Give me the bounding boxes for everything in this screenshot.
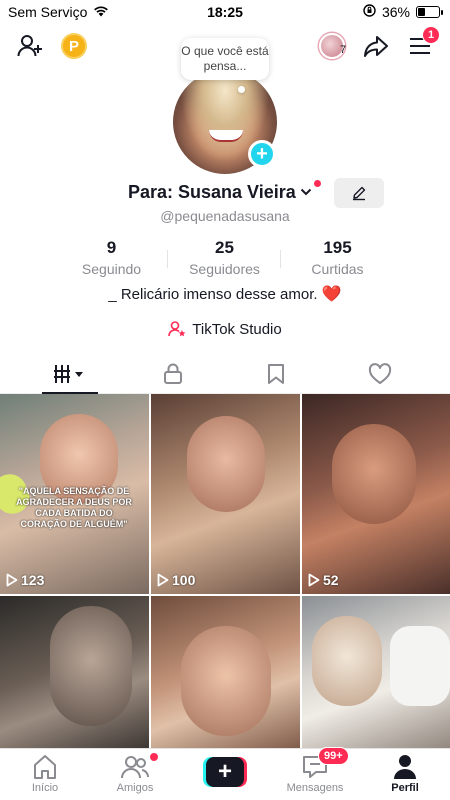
friend-count: 7: [340, 44, 347, 56]
friends-notification-dot: [150, 753, 158, 761]
home-icon: [10, 753, 80, 781]
orientation-lock-icon: [363, 4, 376, 20]
view-count-value: 123: [21, 572, 45, 588]
studio-icon: [168, 321, 186, 337]
battery-level: [418, 8, 425, 16]
video-tile[interactable]: 52: [302, 394, 450, 594]
video-tile[interactable]: [302, 596, 450, 750]
nav-friends[interactable]: Amigos: [100, 753, 170, 799]
edit-profile-button[interactable]: [334, 178, 384, 208]
view-count-value: 100: [172, 572, 196, 588]
share-icon: [364, 36, 388, 57]
status-right: 36%: [363, 4, 443, 20]
name-row: Para: Susana Vieira: [0, 178, 450, 210]
display-name[interactable]: Para: Susana Vieira: [128, 182, 296, 203]
studio-label: TikTok Studio: [192, 320, 282, 338]
video-grid: "AQUELA SENSAÇÃO DE AGRADECER A DEUS POR…: [0, 394, 450, 750]
nav-label: Mensagens: [286, 782, 344, 794]
view-count: 52: [308, 572, 339, 588]
status-bar: Sem Serviço 18:25 36%: [0, 0, 450, 24]
heart-emoji: ❤️: [321, 286, 342, 303]
create-button[interactable]: +: [203, 757, 247, 787]
tab-liked[interactable]: [350, 356, 410, 392]
stat-label: Curtidas: [311, 261, 364, 277]
account-notification-dot: [314, 180, 321, 187]
nav-profile[interactable]: Perfil: [370, 753, 440, 799]
tab-private[interactable]: [143, 356, 203, 392]
video-tile[interactable]: [151, 596, 300, 750]
profile-icon: [370, 753, 440, 781]
coin-icon: P: [61, 33, 87, 59]
coins-button[interactable]: P: [56, 28, 92, 64]
lock-icon: [164, 363, 182, 384]
chevron-down-icon[interactable]: [300, 184, 312, 200]
menu-badge: 1: [422, 26, 440, 44]
bookmark-icon: [268, 364, 284, 384]
share-profile-button[interactable]: [358, 28, 394, 64]
bio: _ Relicário imenso desse amor. ❤️: [0, 284, 450, 304]
stat-label: Seguindo: [81, 261, 142, 277]
videos-grid-icon: [54, 365, 83, 383]
stat-label: Seguidores: [189, 261, 260, 277]
video-tile[interactable]: [0, 596, 149, 750]
play-icon: [6, 573, 18, 587]
stat-value: 195: [323, 238, 352, 257]
view-count: 123: [6, 572, 44, 588]
bio-text: _ Relicário imenso desse amor.: [108, 286, 318, 303]
thought-bubble-text: O que você está pensa...: [181, 44, 269, 73]
nav-label: Amigos: [116, 782, 154, 794]
menu-button[interactable]: 1: [402, 26, 440, 64]
profile-stats: 9 Seguindo 25 Seguidores 195 Curtidas: [55, 238, 395, 278]
video-tile[interactable]: "AQUELA SENSAÇÃO DE AGRADECER A DEUS POR…: [0, 394, 149, 594]
stat-likes[interactable]: 195 Curtidas: [281, 238, 394, 278]
nav-label: Perfil: [391, 782, 419, 794]
add-story-button[interactable]: +: [248, 140, 276, 168]
battery-icon: [416, 6, 443, 18]
add-friend-button[interactable]: [12, 28, 48, 64]
thumbnail-face: [50, 606, 132, 726]
friends-activity-button[interactable]: 7: [314, 28, 350, 64]
bottom-nav: Início Amigos + Mensagens 99+ Perfil: [0, 747, 450, 800]
stat-following[interactable]: 9 Seguindo: [55, 238, 168, 278]
nav-home[interactable]: Início: [10, 753, 80, 799]
thumbnail-face: [332, 424, 416, 524]
thought-bubble-dot: [238, 86, 245, 93]
username: @pequenadasusana: [160, 208, 290, 224]
plus-icon: +: [256, 143, 268, 165]
view-count: 100: [157, 572, 195, 588]
create-icon: +: [206, 757, 244, 787]
video-caption: "AQUELA SENSAÇÃO DE AGRADECER A DEUS POR…: [16, 486, 132, 529]
tiktok-studio-link[interactable]: TikTok Studio: [0, 318, 450, 340]
stat-followers[interactable]: 25 Seguidores: [168, 238, 281, 278]
tab-videos[interactable]: [40, 356, 100, 392]
thumbnail-face: [312, 616, 382, 706]
friends-icon: [100, 753, 170, 781]
messages-badge: 99+: [318, 747, 349, 765]
nav-label: Início: [31, 782, 59, 794]
play-icon: [308, 573, 320, 587]
add-user-icon: [17, 35, 42, 57]
video-tile[interactable]: 100: [151, 394, 300, 594]
thumbnail-figure: [390, 626, 450, 706]
stat-value: 25: [215, 238, 234, 257]
thumbnail-face: [181, 626, 271, 736]
thought-bubble[interactable]: O que você está pensa...: [181, 38, 269, 80]
thumbnail-face: [187, 416, 265, 512]
battery-percent: 36%: [381, 4, 410, 20]
heart-icon: [368, 363, 392, 384]
view-count-value: 52: [323, 572, 339, 588]
stat-value: 9: [106, 238, 117, 257]
play-icon: [157, 573, 169, 587]
pencil-icon: [353, 186, 366, 201]
profile-tabs: [0, 356, 450, 394]
tab-favorites[interactable]: [246, 356, 306, 392]
